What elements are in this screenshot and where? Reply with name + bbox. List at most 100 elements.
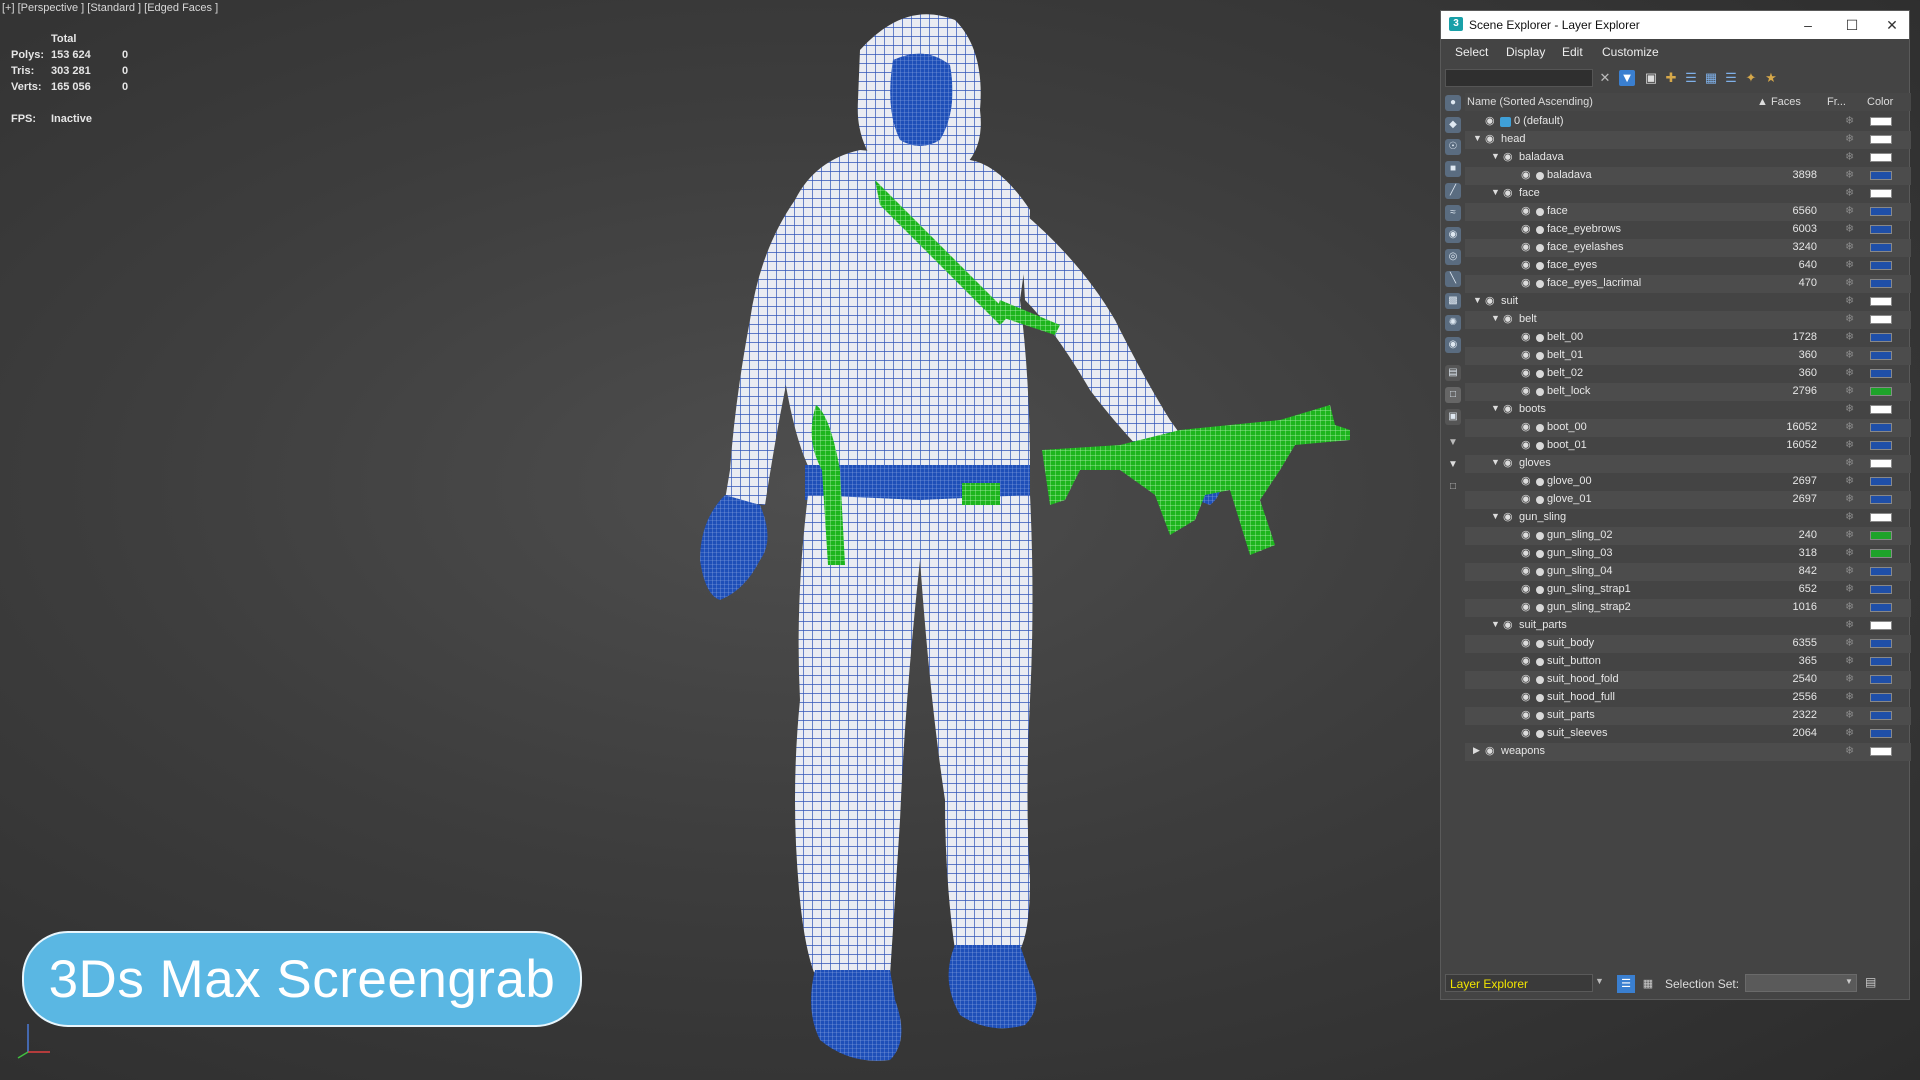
visibility-eye-icon[interactable]: ◉ xyxy=(1485,744,1495,757)
visibility-eye-icon[interactable]: ◉ xyxy=(1503,312,1513,325)
visibility-eye-icon[interactable]: ◉ xyxy=(1521,384,1531,397)
minimize-button[interactable]: – xyxy=(1793,14,1823,36)
color-swatch[interactable] xyxy=(1870,477,1892,486)
layer-row[interactable]: ▼ ◉ baladava ❄ xyxy=(1465,149,1911,167)
freeze-snowflake-icon[interactable]: ❄ xyxy=(1845,258,1854,271)
visibility-eye-icon[interactable]: ◉ xyxy=(1503,456,1513,469)
layer-row[interactable]: ▼ ◉ gloves ❄ xyxy=(1465,455,1911,473)
freeze-snowflake-icon[interactable]: ❄ xyxy=(1845,438,1854,451)
visibility-eye-icon[interactable]: ◉ xyxy=(1503,150,1513,163)
column-name-header[interactable]: Name (Sorted Ascending) xyxy=(1467,96,1593,108)
display-all-icon[interactable]: ▤ xyxy=(1445,365,1461,381)
color-swatch[interactable] xyxy=(1870,153,1892,162)
layer-object-row[interactable]: ◉ boot_01 16052 ❄ xyxy=(1465,437,1911,455)
color-swatch[interactable] xyxy=(1870,171,1892,180)
freeze-snowflake-icon[interactable]: ❄ xyxy=(1845,726,1854,739)
visibility-eye-icon[interactable]: ◉ xyxy=(1521,672,1531,685)
column-frozen-header[interactable]: Fr... xyxy=(1827,96,1846,108)
layer-object-row[interactable]: ◉ suit_button 365 ❄ xyxy=(1465,653,1911,671)
layer-object-row[interactable]: ◉ face_eyes 640 ❄ xyxy=(1465,257,1911,275)
visibility-eye-icon[interactable]: ◉ xyxy=(1521,420,1531,433)
layer-object-row[interactable]: ◉ face_eyelashes 3240 ❄ xyxy=(1465,239,1911,257)
layer-object-row[interactable]: ◉ gun_sling_03 318 ❄ xyxy=(1465,545,1911,563)
display-shapes-icon[interactable]: ◆ xyxy=(1445,117,1461,133)
freeze-snowflake-icon[interactable]: ❄ xyxy=(1845,186,1854,199)
display-none-icon[interactable]: □ xyxy=(1445,387,1461,403)
color-swatch[interactable] xyxy=(1870,387,1892,396)
visibility-eye-icon[interactable]: ◉ xyxy=(1521,204,1531,217)
close-button[interactable]: ✕ xyxy=(1877,14,1907,36)
visibility-eye-icon[interactable]: ◉ xyxy=(1521,438,1531,451)
layer-row[interactable]: ◉ 0 (default) ❄ xyxy=(1465,113,1911,131)
color-swatch[interactable] xyxy=(1870,747,1892,756)
freeze-snowflake-icon[interactable]: ❄ xyxy=(1845,582,1854,595)
color-swatch[interactable] xyxy=(1870,189,1892,198)
color-swatch[interactable] xyxy=(1870,549,1892,558)
visibility-eye-icon[interactable]: ◉ xyxy=(1521,582,1531,595)
layer-object-row[interactable]: ◉ face_eyebrows 6003 ❄ xyxy=(1465,221,1911,239)
sync-icon[interactable]: ★ xyxy=(1763,70,1779,86)
freeze-snowflake-icon[interactable]: ❄ xyxy=(1845,330,1854,343)
visibility-eye-icon[interactable]: ◉ xyxy=(1503,186,1513,199)
freeze-snowflake-icon[interactable]: ❄ xyxy=(1845,474,1854,487)
layer-row[interactable]: ▼ ◉ gun_sling ❄ xyxy=(1465,509,1911,527)
stack-icon[interactable]: ☰ xyxy=(1723,70,1739,86)
lock-icon[interactable]: ▣ xyxy=(1643,70,1659,86)
window-titlebar[interactable]: 3 Scene Explorer - Layer Explorer – ☐ ✕ xyxy=(1441,11,1909,39)
layer-object-row[interactable]: ◉ gun_sling_04 842 ❄ xyxy=(1465,563,1911,581)
visibility-eye-icon[interactable]: ◉ xyxy=(1503,510,1513,523)
freeze-snowflake-icon[interactable]: ❄ xyxy=(1845,222,1854,235)
freeze-snowflake-icon[interactable]: ❄ xyxy=(1845,150,1854,163)
layer-object-row[interactable]: ◉ gun_sling_02 240 ❄ xyxy=(1465,527,1911,545)
display-groups-icon[interactable]: ◉ xyxy=(1445,227,1461,243)
freeze-snowflake-icon[interactable]: ❄ xyxy=(1845,276,1854,289)
layer-object-row[interactable]: ◉ glove_00 2697 ❄ xyxy=(1465,473,1911,491)
color-swatch[interactable] xyxy=(1870,207,1892,216)
layer-object-row[interactable]: ◉ gun_sling_strap2 1016 ❄ xyxy=(1465,599,1911,617)
layer-row[interactable]: ▼ ◉ head ❄ xyxy=(1465,131,1911,149)
color-swatch[interactable] xyxy=(1870,603,1892,612)
layer-mode-icon[interactable]: ☰ xyxy=(1617,975,1635,993)
freeze-snowflake-icon[interactable]: ❄ xyxy=(1845,366,1854,379)
color-swatch[interactable] xyxy=(1870,333,1892,342)
layer-object-row[interactable]: ◉ belt_lock 2796 ❄ xyxy=(1465,383,1911,401)
color-swatch[interactable] xyxy=(1870,297,1892,306)
color-swatch[interactable] xyxy=(1870,459,1892,468)
maximize-button[interactable]: ☐ xyxy=(1837,14,1867,36)
selection-set-chevron-icon[interactable]: ▼ xyxy=(1845,977,1853,986)
color-swatch[interactable] xyxy=(1870,135,1892,144)
layer-object-row[interactable]: ◉ belt_02 360 ❄ xyxy=(1465,365,1911,383)
freeze-snowflake-icon[interactable]: ❄ xyxy=(1845,528,1854,541)
display-hidden-icon[interactable]: ◉ xyxy=(1445,337,1461,353)
layer-object-row[interactable]: ◉ suit_hood_full 2556 ❄ xyxy=(1465,689,1911,707)
color-swatch[interactable] xyxy=(1870,567,1892,576)
expand-toggle-icon[interactable]: ▼ xyxy=(1491,151,1501,161)
visibility-eye-icon[interactable]: ◉ xyxy=(1521,276,1531,289)
freeze-snowflake-icon[interactable]: ❄ xyxy=(1845,546,1854,559)
freeze-snowflake-icon[interactable]: ❄ xyxy=(1845,564,1854,577)
color-swatch[interactable] xyxy=(1870,423,1892,432)
visibility-eye-icon[interactable]: ◉ xyxy=(1521,330,1531,343)
freeze-snowflake-icon[interactable]: ❄ xyxy=(1845,114,1854,127)
color-swatch[interactable] xyxy=(1870,711,1892,720)
freeze-snowflake-icon[interactable]: ❄ xyxy=(1845,456,1854,469)
display-spacewarps-icon[interactable]: ≈ xyxy=(1445,205,1461,221)
freeze-snowflake-icon[interactable]: ❄ xyxy=(1845,402,1854,415)
layer-object-row[interactable]: ◉ glove_01 2697 ❄ xyxy=(1465,491,1911,509)
expand-toggle-icon[interactable]: ▼ xyxy=(1491,511,1501,521)
color-swatch[interactable] xyxy=(1870,243,1892,252)
column-color-header[interactable]: Color xyxy=(1867,96,1893,108)
visibility-eye-icon[interactable]: ◉ xyxy=(1521,258,1531,271)
color-swatch[interactable] xyxy=(1870,585,1892,594)
visibility-eye-icon[interactable]: ◉ xyxy=(1521,654,1531,667)
layer-object-row[interactable]: ◉ baladava 3898 ❄ xyxy=(1465,167,1911,185)
expand-toggle-icon[interactable]: ▼ xyxy=(1473,133,1483,143)
layer-object-row[interactable]: ◉ face_eyes_lacrimal 470 ❄ xyxy=(1465,275,1911,293)
display-containers-icon[interactable]: ▩ xyxy=(1445,293,1461,309)
display-bones-icon[interactable]: ╲ xyxy=(1445,271,1461,287)
filter-toggle-icon[interactable]: ▼ xyxy=(1619,70,1635,86)
freeze-snowflake-icon[interactable]: ❄ xyxy=(1845,690,1854,703)
freeze-snowflake-icon[interactable]: ❄ xyxy=(1845,744,1854,757)
column-faces-header[interactable]: ▲ Faces xyxy=(1757,96,1801,108)
menu-select[interactable]: Select xyxy=(1455,45,1488,59)
